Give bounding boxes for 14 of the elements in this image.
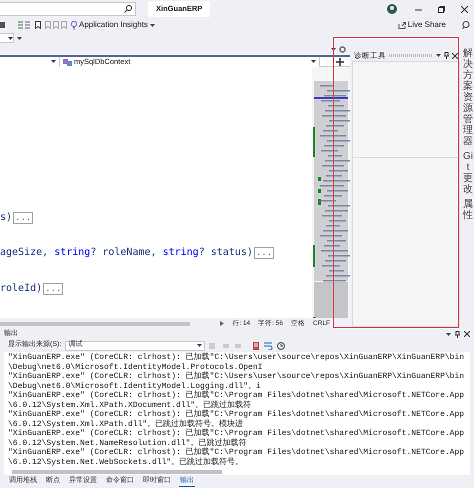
output-line: "XinGuanERP.exe" (CoreCLR: clrhost): 已加载"C:\Program Files\dotnet\shared\Microsoft.NETCore.App\6.0.12\System.Net.NameResolution.dll"。已跳过加载符 <box>8 429 466 448</box>
code-line: s) ... <box>0 210 34 225</box>
side-tab[interactable]: 解决方案资源管理器 <box>463 48 473 147</box>
output-line: "XinGuanERP.exe" (CoreCLR: clrhost): 已加载"C:\Users\user\source\repos\XinGuanERP\XinGuanERP\bin\Debug\net6.0\Microsoft.IdentityModel.Protocols.OpenI <box>8 353 466 372</box>
code-line: roleId) ... <box>0 282 64 296</box>
side-tab[interactable]: 属性 <box>463 199 473 221</box>
insights-dropdown[interactable]: Application Insights <box>71 19 155 31</box>
code-line: ageSize, string? roleName, string? status) ... <box>0 246 276 260</box>
live-share-button[interactable]: Live Share <box>398 19 446 31</box>
output-line: "XinGuanERP.exe" (CoreCLR: clrhost): 已加载"C:\Program Files\dotnet\shared\Microsoft.NETCore.App\6.0.12\System.Xml.XPath.dll"。已跳过加载符号。模块进 <box>8 410 466 428</box>
output-line: "XinGuanERP.exe" (CoreCLR: clrhost): 已加载"C:\Program Files\dotnet\shared\Microsoft.NETCore.App\6.0.12\System.Xml.XPath.XDocument.dll"。已跳过加载符 <box>8 391 466 410</box>
side-tab[interactable]: Git 更改 <box>463 151 473 195</box>
output-line: "XinGuanERP.exe" (CoreCLR: clrhost): 已加载"C:\Users\user\source\repos\XinGuanERP\XinGuanERP\bin\Debug\net6.0\Microsoft.IdentityModel.Logging.dll"。i <box>8 372 466 390</box>
output-line: "XinGuanERP.exe" (CoreCLR: clrhost): 已加载"C:\Program Files\dotnet\shared\Microsoft.NETCore.App\6.0.12\System.Net.WebSockets.dll"。已跳过加载符号。 <box>8 448 466 467</box>
